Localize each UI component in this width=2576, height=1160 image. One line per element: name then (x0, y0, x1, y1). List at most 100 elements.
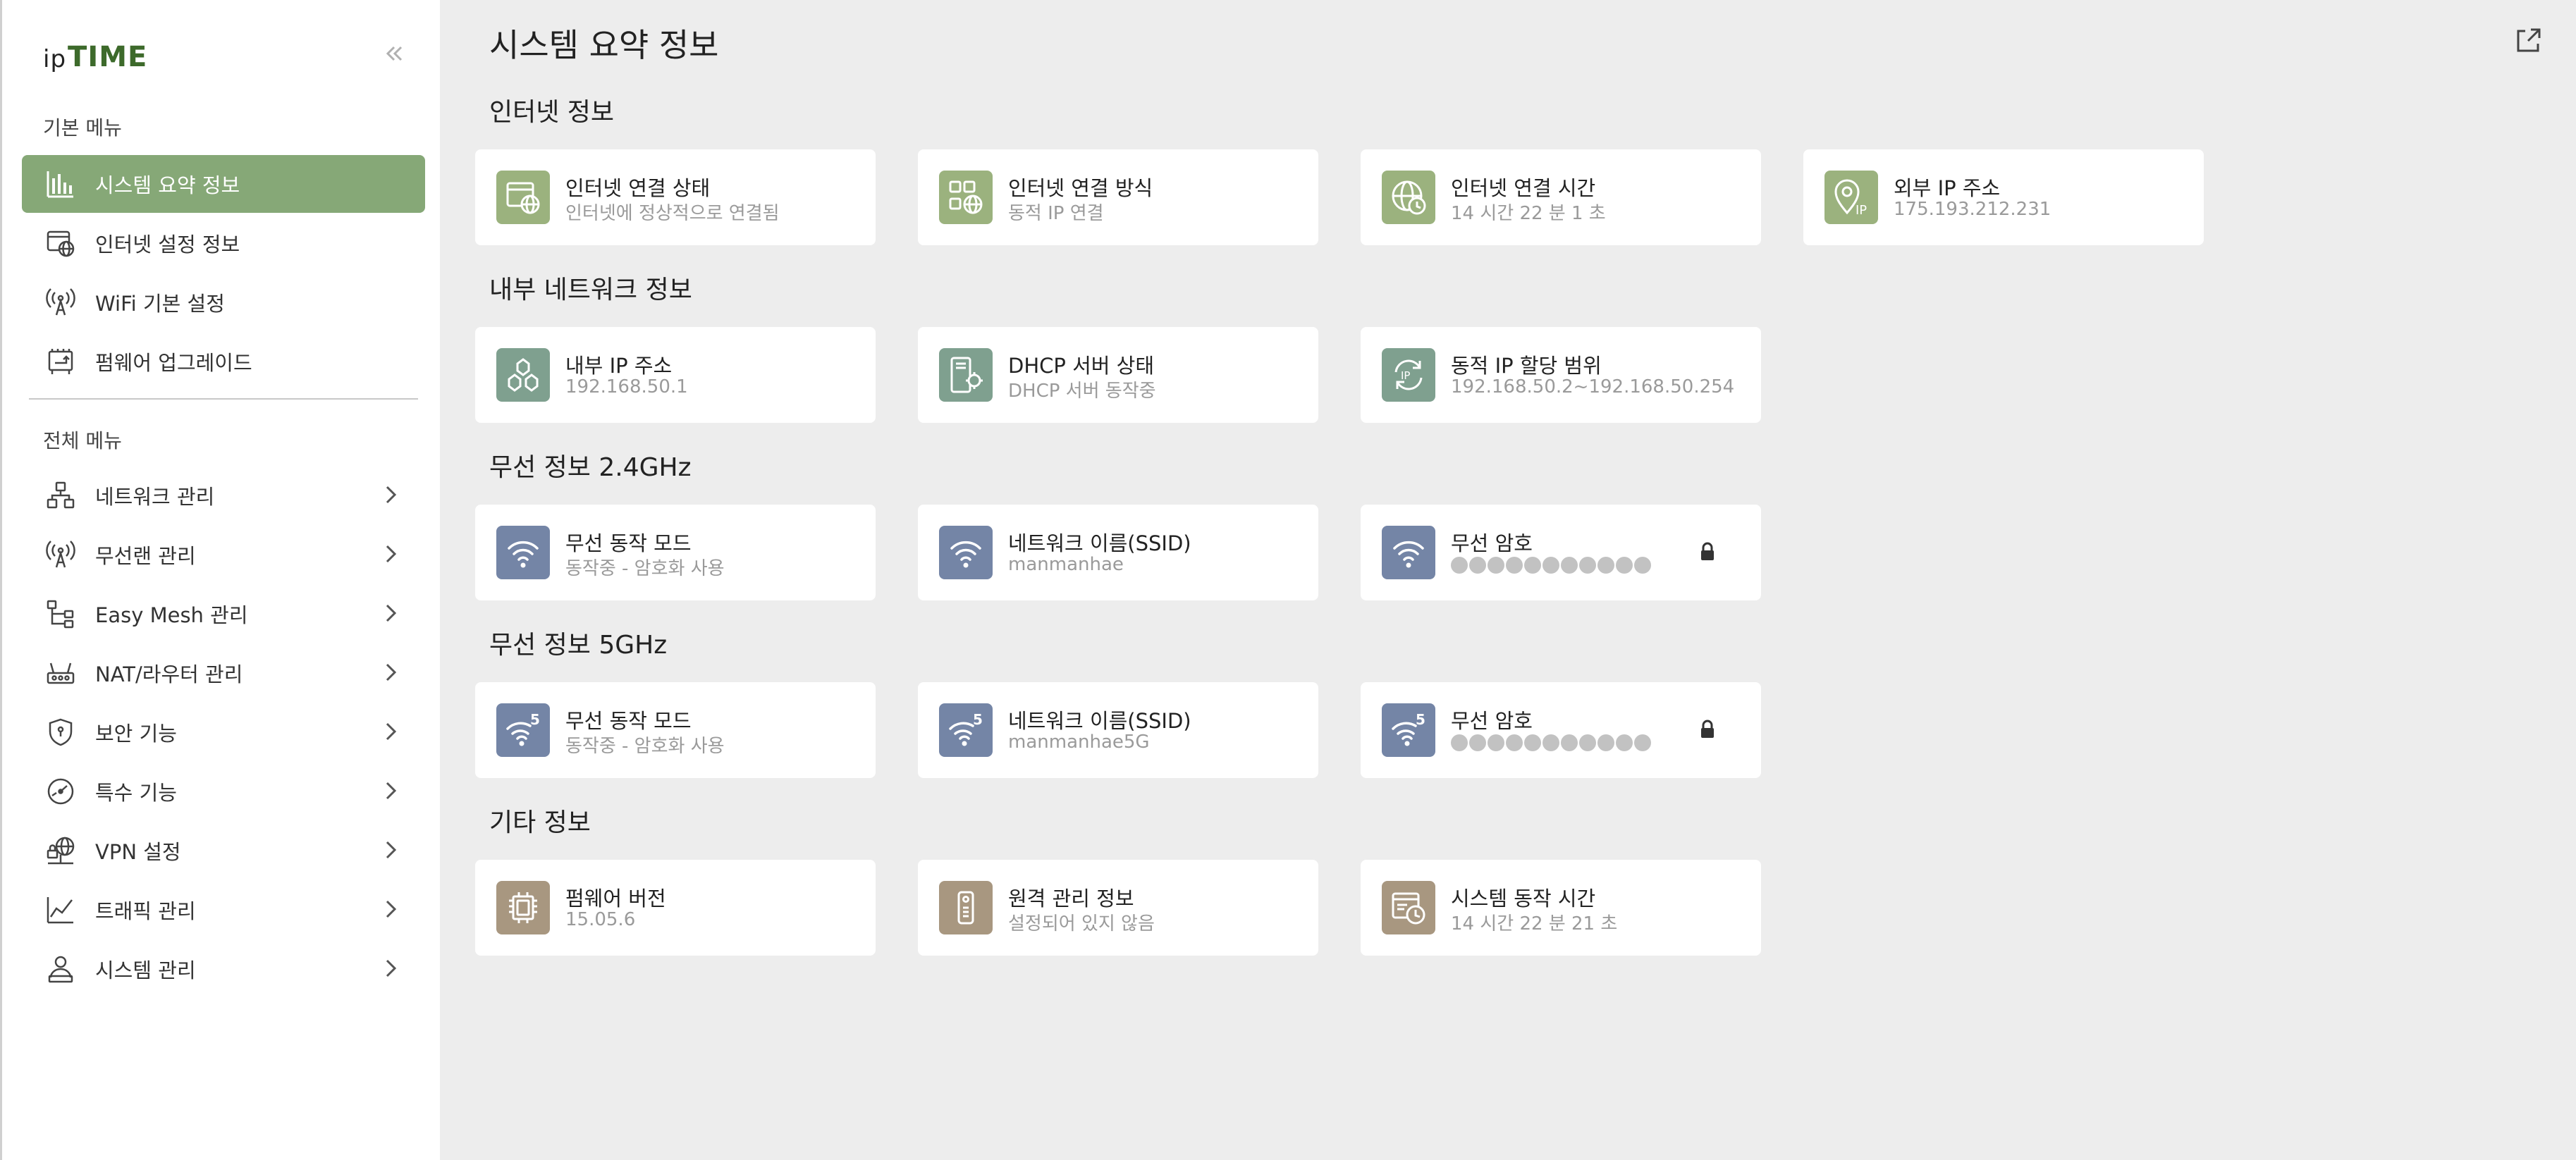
globe-window-icon (496, 171, 550, 224)
card-title: DHCP 서버 상태 (1008, 354, 1155, 378)
dhcp-server-icon (939, 348, 993, 402)
wifi-icon (1382, 526, 1435, 579)
lock-icon[interactable] (1698, 719, 1717, 740)
sidebar-item-firmware-upgrade[interactable]: 펌웨어 업그레이드 (22, 333, 425, 390)
card-title: 네트워크 이름(SSID) (1008, 709, 1191, 733)
svg-text:IP: IP (1401, 369, 1410, 382)
sidebar-item-label: 네트워크 관리 (95, 485, 215, 509)
wifi-icon (496, 526, 550, 579)
group-title-wireless-5: 무선 정보 5GHz (489, 631, 668, 660)
wifi-5g-icon: 5 (939, 703, 993, 757)
sidebar-item-network[interactable]: 네트워크 관리 (22, 467, 425, 524)
card-title: 무선 동작 모드 (565, 709, 692, 733)
sidebar-item-label: WiFi 기본 설정 (95, 292, 225, 316)
sidebar-item-nat-router[interactable]: NAT/라우터 관리 (22, 644, 425, 702)
svg-text:5: 5 (530, 711, 540, 728)
card-value: 175.193.212.231 (1894, 199, 2051, 220)
export-icon[interactable] (2513, 25, 2544, 56)
basic-menu-label: 기본 메뉴 (43, 116, 122, 140)
card-internal-ip: 내부 IP 주소 192.168.50.1 (475, 327, 876, 423)
card-internet-status: 인터넷 연결 상태 인터넷에 정상적으로 연결됨 (475, 149, 876, 245)
sidebar-item-label: VPN 설정 (95, 840, 181, 864)
sidebar-item-wireless[interactable]: 무선랜 관리 (22, 526, 425, 584)
ip-refresh-icon: IP (1382, 348, 1435, 402)
card-title: 내부 IP 주소 (565, 354, 673, 378)
sidebar-item-special[interactable]: 특수 기능 (22, 763, 425, 820)
sidebar-item-security[interactable]: 보안 기능 (22, 703, 425, 761)
group-title-other: 기타 정보 (489, 808, 591, 837)
traffic-chart-icon (44, 894, 77, 926)
sidebar-item-label: 특수 기능 (95, 781, 177, 805)
wifi-icon (939, 526, 993, 579)
card-remote-management: 원격 관리 정보 설정되어 있지 않음 (918, 860, 1318, 956)
card-firmware-version: 펌웨어 버전 15.05.6 (475, 860, 876, 956)
logo-ip-text: ip (43, 45, 67, 73)
sidebar-item-wifi-settings[interactable]: WiFi 기본 설정 (22, 273, 425, 331)
card-internet-time: 인터넷 연결 시간 14 시간 22 분 1 초 (1361, 149, 1761, 245)
antenna-icon (44, 286, 77, 319)
card-value: 15.05.6 (565, 909, 636, 930)
sidebar-item-easy-mesh[interactable]: Easy Mesh 관리 (22, 585, 425, 643)
card-wifi5-password: 5 무선 암호 (1361, 682, 1761, 778)
sidebar-item-label: 트래픽 관리 (95, 899, 196, 923)
gauge-icon (44, 775, 77, 808)
group-title-internal-network: 내부 네트워크 정보 (489, 276, 692, 304)
sidebar-item-label: NAT/라우터 관리 (95, 662, 243, 686)
svg-text:5: 5 (1416, 711, 1425, 728)
lock-icon[interactable] (1698, 541, 1717, 562)
sidebar-item-system-management[interactable]: 시스템 관리 (22, 940, 425, 998)
double-chevron-left-icon (386, 46, 403, 61)
sidebar-item-internet-settings[interactable]: 인터넷 설정 정보 (22, 214, 425, 272)
sidebar-divider (29, 398, 418, 400)
card-value: manmanhae5G (1008, 732, 1150, 753)
sidebar: ip TIME 기본 메뉴 시스템 요약 정보 인터넷 설정 정보 WiFi 기… (0, 0, 440, 1160)
chevron-right-icon (386, 545, 397, 563)
network-icon (496, 348, 550, 402)
card-value: 14 시간 22 분 21 초 (1451, 913, 1618, 934)
chip-icon (496, 881, 550, 934)
card-value: 동적 IP 연결 (1008, 203, 1104, 224)
card-title: 외부 IP 주소 (1894, 176, 2001, 200)
card-value: 동작중 - 암호화 사용 (565, 736, 725, 757)
card-value: manmanhae (1008, 554, 1124, 575)
location-ip-icon: IP (1824, 171, 1878, 224)
antenna-icon (44, 538, 77, 571)
chevron-right-icon (386, 841, 397, 859)
group-title-internet: 인터넷 정보 (489, 98, 615, 127)
card-internet-method: 인터넷 연결 방식 동적 IP 연결 (918, 149, 1318, 245)
card-title: 인터넷 연결 시간 (1451, 176, 1596, 200)
card-title: 인터넷 연결 상태 (565, 176, 711, 200)
chevron-right-icon (386, 782, 397, 800)
chevron-right-icon (386, 722, 397, 741)
card-title: 펌웨어 버전 (565, 887, 666, 911)
vpn-icon (44, 834, 77, 867)
card-value: 인터넷에 정상적으로 연결됨 (565, 203, 780, 224)
card-title: 네트워크 이름(SSID) (1008, 531, 1191, 555)
sidebar-item-label: 시스템 요약 정보 (95, 173, 240, 197)
card-value: 192.168.50.1 (565, 376, 688, 397)
sidebar-item-system-summary[interactable]: 시스템 요약 정보 (22, 155, 425, 213)
collapse-sidebar-button[interactable] (380, 39, 408, 68)
sidebar-item-vpn[interactable]: VPN 설정 (22, 822, 425, 880)
wifi-5g-icon: 5 (496, 703, 550, 757)
card-wifi24-mode: 무선 동작 모드 동작중 - 암호화 사용 (475, 505, 876, 600)
globe-window-icon (44, 227, 77, 259)
card-dhcp-range: IP 동적 IP 할당 범위 192.168.50.2~192.168.50.2… (1361, 327, 1761, 423)
iptime-logo[interactable]: ip TIME (43, 39, 147, 73)
firmware-icon (44, 345, 77, 378)
sidebar-item-label: 펌웨어 업그레이드 (95, 351, 252, 375)
card-wifi24-password: 무선 암호 (1361, 505, 1761, 600)
chevron-right-icon (386, 604, 397, 622)
card-dhcp-status: DHCP 서버 상태 DHCP 서버 동작중 (918, 327, 1318, 423)
all-menu-label: 전체 메뉴 (43, 429, 122, 452)
card-title: 동적 IP 할당 범위 (1451, 354, 1602, 378)
card-title: 무선 암호 (1451, 531, 1533, 555)
sidebar-item-traffic[interactable]: 트래픽 관리 (22, 881, 425, 939)
router-icon (44, 657, 77, 689)
masked-password (1451, 734, 1651, 751)
card-title: 무선 동작 모드 (565, 531, 692, 555)
masked-password (1451, 557, 1651, 574)
wifi-5g-icon: 5 (1382, 703, 1435, 757)
logo-time-text: TIME (68, 41, 148, 73)
card-value: 14 시간 22 분 1 초 (1451, 203, 1606, 224)
